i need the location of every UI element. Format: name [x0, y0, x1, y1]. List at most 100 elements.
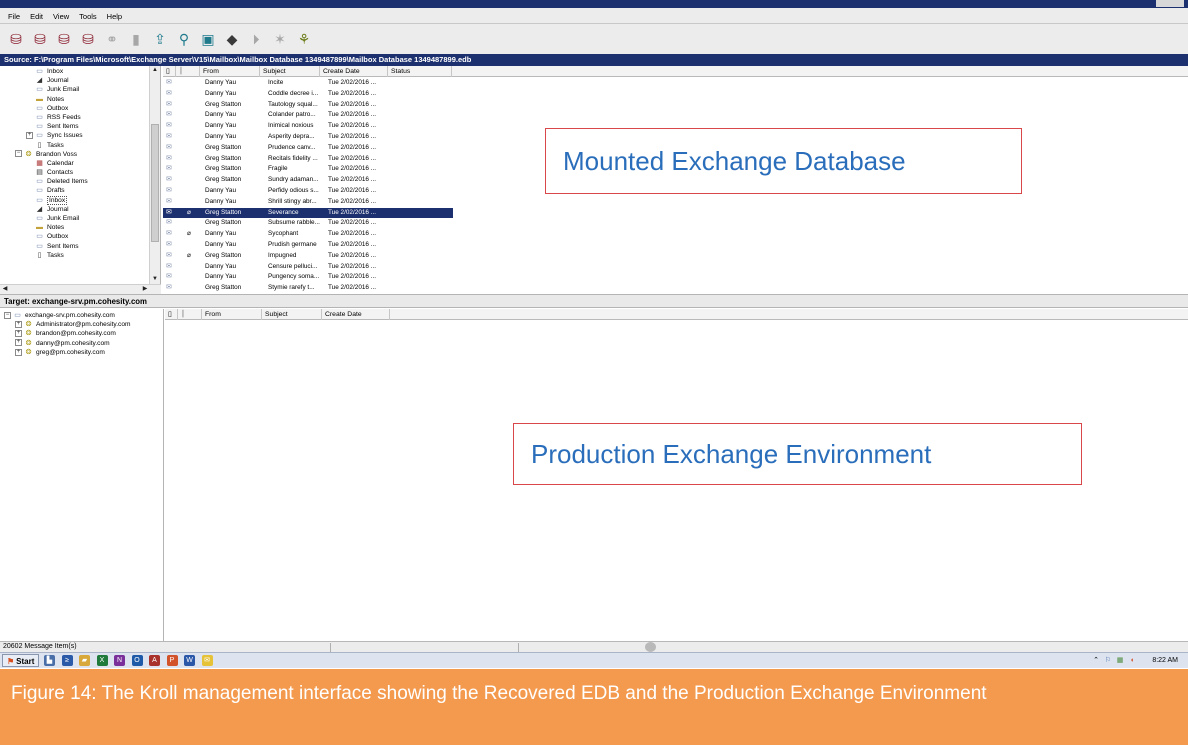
access-icon[interactable]: A	[149, 655, 160, 666]
tray-expand-icon[interactable]: ⌃	[1092, 657, 1100, 665]
tree-item[interactable]: ▯ Tasks	[0, 141, 160, 150]
source-tree-horizontal-scrollbar[interactable]: ◀ ▶	[0, 284, 161, 294]
column-header-attach[interactable]: ⏐	[176, 66, 200, 77]
table-row[interactable]: ✉ Greg Statton Prudence canv... Tue 2/02/20…	[163, 143, 453, 154]
tree-item[interactable]: + ▭ Sync Issues	[0, 131, 160, 140]
column-header-date[interactable]: Create Date	[322, 309, 390, 320]
onenote-icon[interactable]: N	[114, 655, 125, 666]
menu-help[interactable]: Help	[102, 8, 127, 25]
excel-icon[interactable]: X	[96, 655, 108, 666]
tree-item[interactable]: ▭ Sent Items	[0, 122, 160, 131]
tree-item[interactable]: ▭ Junk Email	[0, 85, 160, 94]
tree-item[interactable]: ▭ Inbox	[0, 195, 160, 205]
tree-item[interactable]: ▯ Tasks	[0, 251, 160, 260]
expand-icon[interactable]: +	[15, 339, 22, 347]
filter-icon[interactable]: ⏵	[246, 29, 266, 49]
source-tree-vertical-scrollbar[interactable]: ▲ ▼	[149, 66, 160, 284]
tree-item[interactable]: − ▭ exchange-srv.pm.cohesity.com	[0, 311, 163, 320]
database-target-icon[interactable]: ⛁	[54, 29, 74, 49]
table-row[interactable]: ✉ Danny Yau Incite Tue 2/02/2016 ...	[163, 78, 453, 89]
tree-item[interactable]: ▭ Junk Email	[0, 214, 160, 223]
database-open-icon[interactable]: ⛁	[6, 29, 26, 49]
export-icon[interactable]: ⇪	[150, 29, 170, 49]
explorer-icon[interactable]: ▰	[79, 655, 90, 666]
tree-item[interactable]: + ❂ Administrator@pm.cohesity.com	[0, 320, 163, 329]
tree-item[interactable]: ▭ RSS Feeds	[0, 113, 160, 122]
wand-icon[interactable]: ✶	[270, 29, 290, 49]
scroll-right-icon[interactable]: ▶	[140, 285, 150, 294]
tree-item[interactable]: + ❂ greg@pm.cohesity.com	[0, 348, 163, 357]
column-header-subject[interactable]: Subject	[262, 309, 322, 320]
table-row[interactable]: ✉ Danny Yau Colander patro... Tue 2/02/2016…	[163, 110, 453, 121]
scroll-left-icon[interactable]: ◀	[0, 285, 10, 294]
table-row[interactable]: ✉ Greg Statton Fragile Tue 2/02/2016 ...	[163, 164, 453, 175]
table-row[interactable]: ✉ Danny Yau Coddle decree i... Tue 2/02/201…	[163, 89, 453, 100]
database-add-icon[interactable]: ⛁	[30, 29, 50, 49]
tree-item[interactable]: ▬ Notes	[0, 223, 160, 232]
stack-icon[interactable]: ◆	[222, 29, 242, 49]
tree-item[interactable]: ▭ Inbox	[0, 67, 160, 76]
powershell-icon[interactable]: ≥	[61, 655, 73, 666]
search-icon[interactable]: ⚲	[174, 29, 194, 49]
tree-item[interactable]: ▭ Outbox	[0, 104, 160, 113]
tree-item[interactable]: ▤ Contacts	[0, 168, 160, 177]
table-row[interactable]: ✉ ⌀ Greg Statton Severance Tue 2/02/2016 ...	[163, 207, 453, 219]
table-row[interactable]: ✉ Danny Yau Pungency soma... Tue 2/02/2016 …	[163, 272, 453, 283]
table-row[interactable]: ✉ Greg Statton Recitals fidelity ... Tue 2/…	[163, 154, 453, 165]
tree-item[interactable]: + ❂ brandon@pm.cohesity.com	[0, 329, 163, 338]
collapse-icon[interactable]: −	[15, 150, 22, 158]
table-row[interactable]: ✉ Greg Statton Stymie rarefy t... Tue 2/02/…	[163, 283, 453, 294]
table-row[interactable]: ✉ Danny Yau Asperity depra... Tue 2/02/2016…	[163, 132, 453, 143]
database-close-icon[interactable]: ⛁	[78, 29, 98, 49]
column-header-date[interactable]: Create Date	[320, 66, 388, 77]
table-row[interactable]: ✉ ⌀ Danny Yau Sycophant Tue 2/02/2016 ...	[163, 229, 453, 240]
scroll-up-icon[interactable]: ▲	[150, 66, 160, 75]
start-button[interactable]: ⚑ Start	[2, 654, 40, 667]
tree-item[interactable]: ▭ Outbox	[0, 232, 160, 241]
tree-item[interactable]: ▭ Sent Items	[0, 242, 160, 251]
table-row[interactable]: ✉ Danny Yau Censure pelluci... Tue 2/02/201…	[163, 262, 453, 273]
action-center-icon[interactable]: ⚐	[1104, 657, 1112, 665]
link-icon[interactable]: ⚭	[102, 29, 122, 49]
document-search-icon[interactable]: ▣	[198, 29, 218, 49]
volume-icon[interactable]: ◖	[1128, 657, 1136, 665]
table-row[interactable]: ✉ Greg Statton Subsume rabble... Tue 2/02/2…	[163, 218, 453, 229]
table-row[interactable]: ✉ Danny Yau Inimical noxious Tue 2/02/2016 …	[163, 121, 453, 132]
clock[interactable]: 8:22 AM	[1152, 654, 1178, 668]
expand-icon[interactable]: +	[15, 330, 22, 338]
outlook-icon[interactable]: O	[131, 655, 143, 666]
column-header-from[interactable]: From	[200, 66, 260, 77]
tree-item[interactable]: + ❂ danny@pm.cohesity.com	[0, 339, 163, 348]
network-icon[interactable]: ▦	[1116, 657, 1124, 665]
table-row[interactable]: ✉ Danny Yau Shrill stingy abr... Tue 2/02/2…	[163, 197, 453, 208]
menu-view[interactable]: View	[48, 8, 74, 25]
column-header-type[interactable]: ▯	[165, 309, 178, 320]
expand-icon[interactable]: +	[15, 320, 22, 328]
column-header-subject[interactable]: Subject	[260, 66, 320, 77]
table-row[interactable]: ✉ ⌀ Greg Statton Impugned Tue 2/02/2016 ...	[163, 251, 453, 262]
column-header-attach[interactable]: ⏐	[178, 309, 202, 320]
people-icon[interactable]: ⚘	[294, 29, 314, 49]
tree-item[interactable]: ▭ Deleted Items	[0, 177, 160, 186]
word-icon[interactable]: W	[184, 655, 195, 666]
tree-item[interactable]: ▦ Calendar	[0, 159, 160, 168]
tree-item[interactable]: ▬ Notes	[0, 95, 160, 104]
menu-file[interactable]: File	[0, 8, 25, 25]
table-row[interactable]: ✉ Danny Yau Prudish germane Tue 2/02/2016 .…	[163, 240, 453, 251]
column-header-type[interactable]: ▯	[163, 66, 176, 77]
table-row[interactable]: ✉ Danny Yau Perfidy odious s... Tue 2/02/20…	[163, 186, 453, 197]
bookmark-icon[interactable]: ▮	[126, 29, 146, 49]
expand-icon[interactable]: +	[26, 132, 33, 140]
menu-tools[interactable]: Tools	[74, 8, 102, 25]
server-manager-icon[interactable]: ▙	[44, 655, 55, 666]
menu-edit[interactable]: Edit	[25, 8, 48, 25]
collapse-icon[interactable]: −	[4, 311, 11, 319]
powerpoint-icon[interactable]: P	[166, 655, 178, 666]
tree-item[interactable]: ▭ Drafts	[0, 186, 160, 195]
expand-icon[interactable]: +	[15, 348, 22, 356]
tree-item[interactable]: ◢ Journal	[0, 76, 160, 85]
scroll-thumb[interactable]	[151, 124, 159, 242]
column-header-from[interactable]: From	[202, 309, 262, 320]
table-row[interactable]: ✉ Greg Statton Sundry adaman... Tue 2/02/20…	[163, 175, 453, 186]
kroll-icon[interactable]: ✉	[201, 655, 213, 666]
